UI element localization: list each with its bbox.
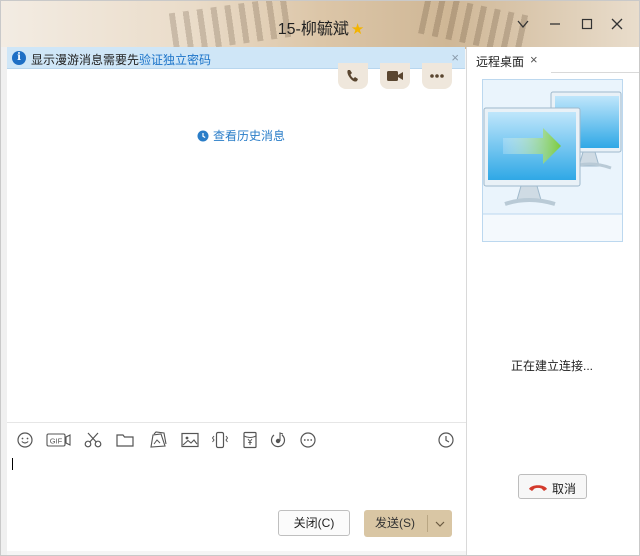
text-caret <box>12 458 13 470</box>
title-bar[interactable]: 15-柳毓斌 ★ <box>1 1 639 56</box>
contact-name: 15-柳毓斌 <box>277 21 349 38</box>
scissors-icon <box>84 432 102 448</box>
folder-icon <box>116 434 134 447</box>
video-call-button[interactable] <box>380 63 410 89</box>
close-button[interactable]: 关闭(C) <box>278 510 350 536</box>
verify-password-link[interactable]: 验证独立密码 <box>139 53 211 67</box>
chevron-down-icon[interactable] <box>511 13 535 37</box>
music-icon <box>270 432 286 448</box>
emoji-button[interactable] <box>16 431 36 449</box>
close-tab-icon[interactable]: × <box>530 52 538 67</box>
more-icon <box>300 432 316 448</box>
chevron-down-icon <box>435 521 445 527</box>
info-icon: i <box>12 51 26 65</box>
close-window-button[interactable] <box>605 13 629 37</box>
screenshot-button[interactable] <box>83 431 103 449</box>
tab-remote-desktop-label: 远程桌面 <box>476 55 525 69</box>
send-image-button[interactable] <box>180 431 200 449</box>
chat-window: 15-柳毓斌 ★ i 显示漫游消息需要先验证独立密码 × 查看历史消息 GIF … <box>0 0 640 556</box>
tab-divider <box>551 72 639 73</box>
message-area: 查看历史消息 <box>7 63 466 422</box>
more-actions-button[interactable] <box>422 63 452 89</box>
notice-text: 显示漫游消息需要先验证独立密码 <box>31 51 211 68</box>
star-icon: ★ <box>350 21 365 38</box>
send-button-label: 发送(S) <box>375 516 415 530</box>
music-button[interactable] <box>268 431 288 449</box>
view-history-link[interactable]: 查看历史消息 <box>197 127 285 144</box>
red-envelope-button[interactable] <box>240 431 260 449</box>
gif-icon: GIF <box>46 433 71 447</box>
svg-text:GIF: GIF <box>50 436 63 445</box>
cancel-label: 取消 <box>552 482 577 496</box>
more-icon <box>430 74 444 78</box>
notice-message: 显示漫游消息需要先 <box>31 53 140 67</box>
more-tools-button[interactable] <box>298 431 318 449</box>
tab-remote-desktop[interactable]: 远程桌面 × <box>467 47 551 73</box>
phone-icon <box>347 70 358 82</box>
send-file-button[interactable] <box>115 431 135 449</box>
send-button[interactable]: 发送(S) <box>364 510 452 537</box>
view-history-label: 查看历史消息 <box>213 129 286 143</box>
close-notice-icon[interactable]: × <box>451 50 459 65</box>
minimize-button[interactable] <box>543 13 567 37</box>
input-toolbar: GIF <box>7 422 466 456</box>
remote-desktop-illustration <box>482 79 623 242</box>
image-gallery-button[interactable] <box>148 431 168 449</box>
remote-desktop-panel: 远程桌面 × 正在建立连接... 取消 <box>466 47 639 555</box>
history-clock-icon <box>438 432 454 448</box>
connection-status: 正在建立连接... <box>510 359 593 373</box>
maximize-button[interactable] <box>575 13 599 37</box>
video-camera-icon <box>387 71 403 81</box>
shake-icon <box>211 431 229 449</box>
hang-up-icon <box>529 485 547 491</box>
image-icon <box>181 432 199 448</box>
cancel-connection-button[interactable]: 取消 <box>518 474 587 499</box>
send-options-dropdown[interactable] <box>428 510 452 537</box>
shake-window-button[interactable] <box>210 431 230 449</box>
clock-icon <box>197 130 209 142</box>
image-gallery-icon <box>150 431 167 448</box>
message-history-button[interactable] <box>436 431 456 449</box>
gif-button[interactable]: GIF <box>46 431 72 449</box>
smile-icon <box>17 432 33 448</box>
message-input[interactable]: 关闭(C) 发送(S) <box>7 456 466 551</box>
voice-call-button[interactable] <box>338 63 368 89</box>
red-envelope-icon <box>243 431 257 449</box>
